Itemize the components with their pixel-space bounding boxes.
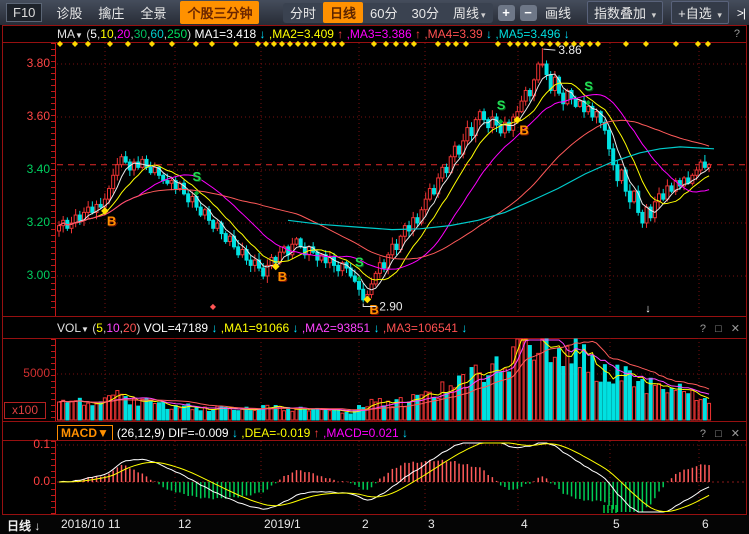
price-axis-label: 3.60 (2, 110, 50, 123)
svg-text:◆: ◆ (695, 39, 702, 48)
svg-text:◆: ◆ (279, 39, 286, 48)
svg-text:◆: ◆ (705, 39, 712, 48)
x-axis-label: 5 (613, 517, 620, 531)
x-axis-label: 2 (362, 517, 369, 531)
price-axis-label: 3.40 (2, 163, 50, 176)
svg-text:◆: ◆ (383, 39, 390, 48)
price-axis-label: 3.00 (2, 269, 50, 282)
x-axis-label: 4 (521, 517, 528, 531)
svg-text:◆: ◆ (463, 39, 470, 48)
svg-text:S: S (584, 79, 593, 94)
svg-text:◆: ◆ (263, 39, 270, 48)
svg-text:◆: ◆ (435, 39, 442, 48)
svg-text:◆: ◆ (287, 39, 294, 48)
svg-text:◆: ◆ (209, 39, 216, 48)
svg-text:◆: ◆ (587, 39, 594, 48)
price-axis-label: 3.20 (2, 216, 50, 229)
svg-text:◆: ◆ (411, 39, 418, 48)
svg-text:◆: ◆ (673, 39, 680, 48)
svg-text:◆: ◆ (303, 39, 310, 48)
svg-text:◆: ◆ (371, 39, 378, 48)
x-axis-label: 11 (108, 517, 120, 531)
chart-canvas[interactable]: ◆◆◆◆◆◆◆◆◆◆◆◆◆◆◆◆◆◆◆◆◆◆◆◆◆◆◆◆◆◆◆◆◆◆◆◆◆◆◆◆… (0, 0, 749, 534)
svg-text:◆: ◆ (453, 39, 460, 48)
svg-text:3.86: 3.86 (558, 43, 582, 57)
svg-text:◆: ◆ (125, 39, 132, 48)
svg-text:◆: ◆ (311, 39, 318, 48)
svg-text:B: B (369, 302, 378, 317)
svg-text:◆: ◆ (356, 276, 362, 283)
svg-text:◆: ◆ (547, 39, 554, 48)
svg-text:◆: ◆ (495, 39, 502, 48)
svg-text:◆: ◆ (393, 39, 400, 48)
svg-text:S: S (355, 255, 364, 270)
svg-text:◆: ◆ (72, 39, 79, 48)
svg-text:◆: ◆ (149, 39, 156, 48)
svg-text:◆: ◆ (445, 39, 452, 48)
macd-axis-label: 0.0 (2, 475, 50, 488)
svg-text:◆: ◆ (643, 39, 650, 48)
svg-text:◆: ◆ (507, 39, 514, 48)
svg-text:◆: ◆ (107, 39, 114, 48)
svg-text:B: B (519, 123, 528, 138)
svg-text:◆: ◆ (523, 39, 530, 48)
svg-text:◆: ◆ (323, 39, 330, 48)
svg-text:◆: ◆ (210, 302, 217, 311)
svg-text:◆: ◆ (233, 39, 240, 48)
x-axis-label: 6 (702, 517, 709, 531)
svg-text:◆: ◆ (339, 39, 346, 48)
svg-text:◆: ◆ (586, 100, 592, 107)
svg-text:◆: ◆ (271, 39, 278, 48)
svg-text:↓: ↓ (645, 303, 651, 315)
svg-text:◆: ◆ (193, 39, 200, 48)
svg-text:◆: ◆ (498, 118, 504, 125)
svg-text:◆: ◆ (295, 39, 302, 48)
svg-text:2.90: 2.90 (379, 300, 403, 314)
svg-text:B: B (278, 269, 287, 284)
svg-text:◆: ◆ (403, 39, 410, 48)
svg-text:S: S (497, 97, 506, 112)
svg-text:◆: ◆ (531, 39, 538, 48)
svg-text:◆: ◆ (194, 190, 200, 197)
svg-text:B: B (107, 214, 116, 229)
price-axis-label: 3.80 (2, 57, 50, 70)
x-axis-label: 3 (428, 517, 435, 531)
svg-text:◆: ◆ (169, 39, 176, 48)
x-axis-label: 2019/1 (264, 517, 301, 531)
svg-text:◆: ◆ (57, 39, 64, 48)
svg-text:◆: ◆ (623, 39, 630, 48)
volume-axis-label: 5000 (2, 367, 50, 380)
svg-text:S: S (193, 169, 202, 184)
svg-text:◆: ◆ (539, 39, 546, 48)
svg-text:◆: ◆ (85, 39, 92, 48)
x-axis-label: 2018/10 (61, 517, 104, 531)
svg-text:◆: ◆ (331, 39, 338, 48)
svg-text:◆: ◆ (515, 39, 522, 48)
svg-text:◆: ◆ (595, 39, 602, 48)
stock-app-window: { "toolbar": { "left_items": ["F10", "诊股… (0, 0, 749, 534)
macd-axis-label: 0.1 (2, 438, 50, 451)
x-axis-label: 12 (178, 517, 191, 531)
svg-text:◆: ◆ (255, 39, 262, 48)
